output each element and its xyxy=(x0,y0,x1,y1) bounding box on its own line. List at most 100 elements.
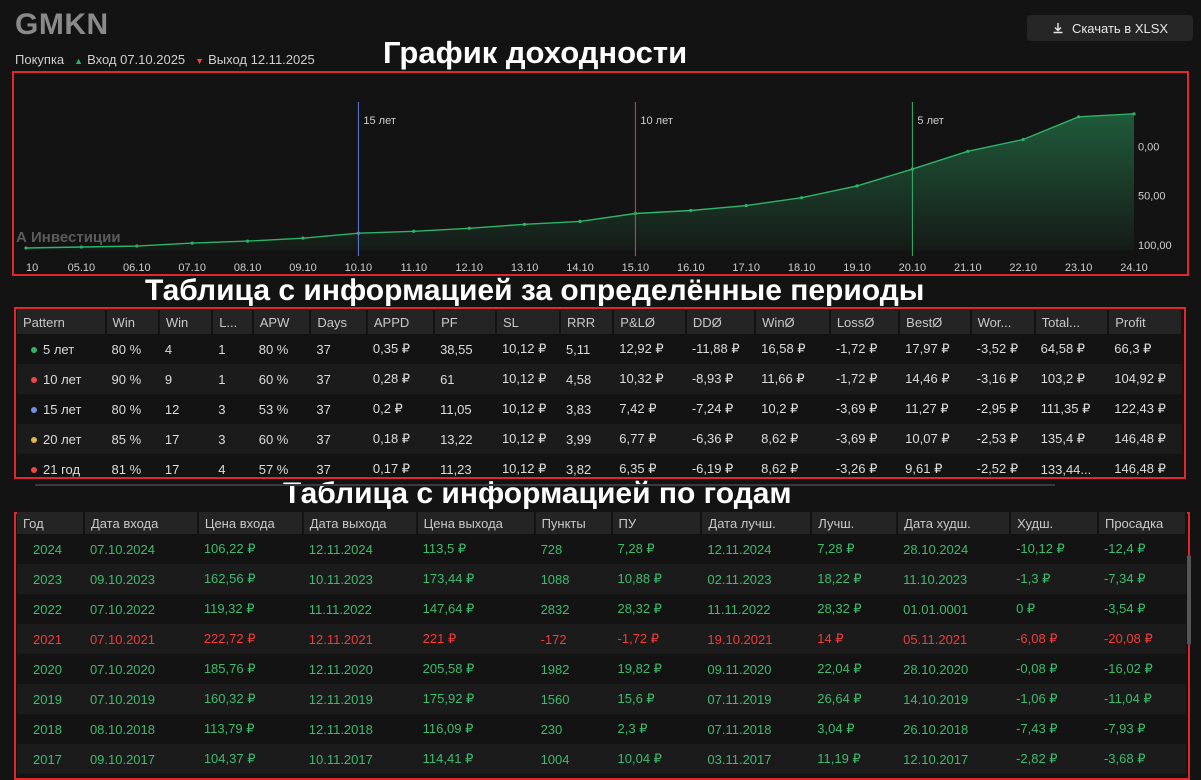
year-row[interactable]: 2022 07.10.2022 119,32 ₽ 11.11.2022 147,64 ₽… xyxy=(17,594,1186,624)
periods-cell: 14,46 ₽ xyxy=(899,364,971,394)
year-cell: 26.10.2018 xyxy=(903,721,969,737)
periods-column-header[interactable]: L... xyxy=(212,310,254,334)
periods-column-header[interactable]: P&LØ xyxy=(613,310,687,334)
periods-column-header[interactable]: Pattern xyxy=(17,310,107,334)
years-column-header[interactable]: Цена входа xyxy=(197,512,304,534)
year-cell: 07.11.2019 xyxy=(701,684,812,714)
period-pattern-cell: 15 лет xyxy=(17,394,106,424)
year-cell: -6,08 ₽ xyxy=(1010,624,1098,654)
profit-point xyxy=(135,244,139,248)
periods-cell: -7,24 ₽ xyxy=(691,401,734,416)
periods-row[interactable]: 5 лет 80 % 4 1 80 % 37 0,35 ₽ 38,55 10,12 ₽ 5,11 1… xyxy=(17,334,1182,364)
years-header-row: Год Дата входа Цена входа Дата выхода Цена в… xyxy=(17,512,1188,534)
x-tick-label: 05.10 xyxy=(68,262,96,274)
years-table: Год Дата входа Цена входа Дата выхода Цена в… xyxy=(17,512,1188,774)
periods-column-header[interactable]: Profit xyxy=(1108,310,1183,334)
years-column-header[interactable]: Цена выхода xyxy=(416,512,536,534)
years-table-scrollbar[interactable] xyxy=(1187,555,1191,645)
year-cell: 147,64 ₽ xyxy=(422,601,475,616)
year-cell: -7,43 ₽ xyxy=(1016,721,1058,736)
periods-cell: 80 % xyxy=(258,341,289,357)
download-icon xyxy=(1053,23,1063,34)
years-column-header[interactable]: Дата выхода xyxy=(302,512,418,534)
periods-cell: 53 % xyxy=(258,401,289,417)
year-cell: 12.11.2020 xyxy=(308,661,373,677)
periods-column-header[interactable]: APW xyxy=(252,310,312,334)
periods-column-header[interactable]: Total... xyxy=(1034,310,1110,334)
year-cell: 205,58 ₽ xyxy=(422,661,475,676)
periods-cell: 9,61 ₽ xyxy=(905,461,943,476)
profit-chart: 15 лет 10 лет 5 лет 100,00 50,00 0,00 10 05.10 0… xyxy=(14,74,1187,274)
entry-label: Вход 07.10.2025 xyxy=(87,52,186,67)
periods-cell: -3,16 ₽ xyxy=(970,364,1035,394)
profit-point xyxy=(24,246,28,250)
periods-column-header[interactable]: Wor... xyxy=(970,310,1036,334)
periods-column-header[interactable]: LossØ xyxy=(829,310,901,334)
periods-cell: 8,62 ₽ xyxy=(761,461,799,476)
years-column-header[interactable]: Дата худш. xyxy=(897,512,1012,534)
profit-point xyxy=(412,229,416,233)
periods-column-header[interactable]: Win xyxy=(105,310,160,334)
year-row[interactable]: 2019 07.10.2019 160,32 ₽12.11.2019 175,92 ₽… xyxy=(17,684,1186,714)
year-cell: 07.10.2019 xyxy=(83,684,198,714)
years-column-header[interactable]: Пункты xyxy=(534,512,613,534)
year-row[interactable]: 2023 09.10.2023 162,56 ₽10.11.2023 173,44 ₽… xyxy=(17,564,1186,594)
periods-cell: 133,44... xyxy=(1040,461,1092,477)
y-tick-label: 100,00 xyxy=(1138,240,1172,252)
periods-cell: 1 xyxy=(212,364,253,394)
x-tick-label: 22.10 xyxy=(1009,262,1037,274)
download-xlsx-button[interactable]: Скачать в XLSX xyxy=(1027,15,1193,41)
years-column-header[interactable]: ПУ xyxy=(611,512,703,534)
years-column-header[interactable]: Дата входа xyxy=(83,512,199,534)
year-cell: -7,93 ₽ xyxy=(1103,721,1146,736)
year-cell: 175,92 ₽ xyxy=(416,684,535,714)
periods-cell: 8,62 ₽ xyxy=(755,424,830,454)
periods-cell: 3,99 xyxy=(559,424,614,454)
periods-cell: 4 xyxy=(218,461,226,477)
year-row[interactable]: 2020 07.10.2020 185,76 ₽ 12.11.2020 205,58 ₽… xyxy=(17,654,1186,684)
year-cell: 0 ₽ xyxy=(1016,601,1036,616)
year-cell: -1,06 ₽ xyxy=(1010,684,1098,714)
year-row[interactable]: 2021 07.10.2021 222,72 ₽12.11.2021 221 ₽ -17… xyxy=(17,624,1186,654)
period-marker-label: 15 лет xyxy=(363,115,396,127)
years-column-header[interactable]: Год xyxy=(17,512,85,534)
periods-cell: 66,3 ₽ xyxy=(1114,341,1152,356)
periods-column-header[interactable]: SL xyxy=(495,310,561,334)
periods-column-header[interactable]: PF xyxy=(434,310,497,334)
periods-row[interactable]: 15 лет 80 % 12 3 53 % 37 0,2 ₽ 11,05 10,12 ₽ 3,83… xyxy=(17,394,1182,424)
year-row[interactable]: 2017 09.10.2017 104,37 ₽10.11.2017 114,41 ₽… xyxy=(17,744,1186,774)
year-row[interactable]: 2024 07.10.2024 106,22 ₽ 12.11.2024 113,5 ₽ 7… xyxy=(17,534,1186,564)
year-row[interactable]: 2018 08.10.2018 113,79 ₽ 12.11.2018 116,09 ₽… xyxy=(17,714,1186,744)
year-cell: 07.10.2020 xyxy=(89,661,156,677)
periods-cell: 80 % xyxy=(111,401,142,417)
years-column-header[interactable]: Дата лучш. xyxy=(701,512,813,534)
periods-cell: 9 xyxy=(158,364,213,394)
periods-cell: -6,36 ₽ xyxy=(685,424,756,454)
year-cell: 7,28 ₽ xyxy=(817,541,855,556)
periods-cell: 10,12 ₽ xyxy=(501,341,547,356)
triangle-down-icon: ▼ xyxy=(195,56,205,66)
year-cell: 12.11.2024 xyxy=(308,541,373,557)
periods-column-header[interactable]: RRR xyxy=(559,310,615,334)
periods-cell: 11,66 ₽ xyxy=(755,364,830,394)
years-column-header[interactable]: Худш. xyxy=(1010,512,1099,534)
years-column-header[interactable]: Лучш. xyxy=(811,512,899,534)
periods-cell: -2,53 ₽ xyxy=(970,424,1035,454)
year-cell: 3,04 ₽ xyxy=(817,721,855,736)
periods-row[interactable]: 10 лет 90 % 9 1 60 % 37 0,28 ₽61 10,12 ₽4,58 10,… xyxy=(17,364,1182,394)
periods-column-header[interactable]: Days xyxy=(310,310,368,334)
periods-row[interactable]: 20 лет 85 % 17 3 60 % 37 0,18 ₽13,22 10,12 ₽3,9… xyxy=(17,424,1182,454)
periods-column-header[interactable]: WinØ xyxy=(755,310,831,334)
period-pattern-label: 10 лет xyxy=(43,371,82,387)
year-cell: 11.11.2022 xyxy=(707,601,771,617)
periods-column-header[interactable]: Win xyxy=(158,310,214,334)
periods-cell: 60 % xyxy=(252,364,311,394)
x-tick-label: 11.10 xyxy=(400,262,427,274)
years-column-header[interactable]: Просадка xyxy=(1097,512,1188,534)
periods-column-header[interactable]: APPD xyxy=(366,310,436,334)
periods-column-header[interactable]: BestØ xyxy=(899,310,972,334)
periods-row[interactable]: 21 год 81 % 17 4 57 % 37 0,17 ₽ 11,23 10,12 ₽ 3,8… xyxy=(17,454,1182,484)
year-cell: 19,82 ₽ xyxy=(617,661,662,676)
periods-column-header[interactable]: DDØ xyxy=(685,310,757,334)
year-cell: 05.11.2021 xyxy=(897,624,1011,654)
